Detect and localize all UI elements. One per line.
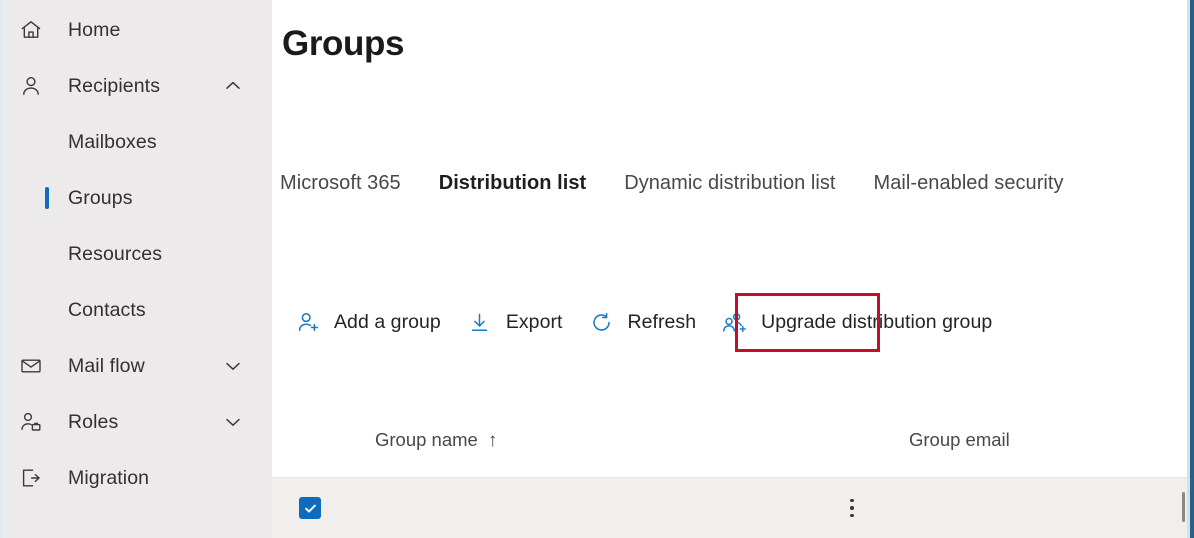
sidebar-item-home[interactable]: Home <box>0 2 272 58</box>
more-dot <box>850 506 854 510</box>
envelope-icon <box>14 354 48 378</box>
sidebar-item-label: Home <box>68 18 121 41</box>
column-header-label: Group email <box>909 429 1010 450</box>
sidebar-item-label: Contacts <box>68 298 146 321</box>
sidebar-item-label: Resources <box>68 242 163 265</box>
page-title: Groups <box>282 24 405 63</box>
refresh-circle-icon <box>588 310 614 335</box>
sidebar-item-label: Recipients <box>68 74 161 97</box>
app-window: Home Recipients Mailboxes Groups Resourc… <box>0 0 1194 538</box>
column-header-label: Group name <box>375 429 478 450</box>
upgrade-distribution-group-button[interactable]: Upgrade distribution group <box>709 300 1005 344</box>
export-button[interactable]: Export <box>454 300 576 344</box>
table-row[interactable] <box>272 478 1194 538</box>
sidebar-item-resources[interactable]: Resources <box>0 226 272 282</box>
command-label: Add a group <box>334 310 441 333</box>
sidebar-item-label: Groups <box>68 186 133 209</box>
command-bar: Add a group Export Refresh Upgrade distr… <box>282 300 1005 344</box>
home-icon <box>14 18 48 42</box>
more-dot <box>850 513 854 518</box>
tab-dynamic-distribution-list[interactable]: Dynamic distribution list <box>624 172 835 205</box>
more-dot <box>850 498 854 503</box>
chevron-down-icon[interactable] <box>222 411 244 433</box>
sidebar-item-label: Mail flow <box>68 354 145 377</box>
sidebar-item-groups[interactable]: Groups <box>0 170 272 226</box>
people-add-icon <box>722 310 748 335</box>
table-header: Group name ↑ Group email <box>272 415 1194 478</box>
sidebar-item-contacts[interactable]: Contacts <box>0 282 272 338</box>
column-header-group-name[interactable]: Group name ↑ <box>375 429 497 451</box>
sidebar-item-recipients[interactable]: Recipients <box>0 58 272 114</box>
tab-bar: Microsoft 365 Distribution list Dynamic … <box>280 172 1102 205</box>
column-header-group-email[interactable]: Group email <box>909 429 1010 451</box>
tab-distribution-list[interactable]: Distribution list <box>439 172 587 205</box>
migration-icon <box>14 466 48 490</box>
sidebar-item-label: Roles <box>68 410 119 433</box>
chevron-down-icon[interactable] <box>222 355 244 377</box>
person-icon <box>14 74 48 98</box>
sidebar-item-migration[interactable]: Migration <box>0 450 272 506</box>
command-label: Upgrade distribution group <box>761 310 993 333</box>
row-more-menu-button[interactable] <box>840 494 864 522</box>
vertical-scrollbar-thumb[interactable] <box>1182 492 1185 522</box>
sidebar-item-roles[interactable]: Roles <box>0 394 272 450</box>
person-add-icon <box>295 310 321 335</box>
sidebar-item-mail-flow[interactable]: Mail flow <box>0 338 272 394</box>
command-label: Export <box>505 310 563 333</box>
selected-indicator <box>45 187 49 209</box>
tab-microsoft-365[interactable]: Microsoft 365 <box>280 172 401 205</box>
checkmark-icon <box>304 504 316 513</box>
sort-ascending-icon: ↑ <box>487 429 498 451</box>
download-arrow-icon <box>467 310 493 335</box>
row-checkbox[interactable] <box>299 497 321 519</box>
command-label: Refresh <box>627 310 697 333</box>
sidebar-item-label: Mailboxes <box>68 130 157 153</box>
sidebar-item-mailboxes[interactable]: Mailboxes <box>0 114 272 170</box>
refresh-button[interactable]: Refresh <box>575 300 709 344</box>
tab-mail-enabled-security[interactable]: Mail-enabled security <box>874 172 1064 205</box>
person-briefcase-icon <box>14 410 48 434</box>
sidebar-navigation: Home Recipients Mailboxes Groups Resourc… <box>0 0 272 538</box>
main-content: Groups Microsoft 365 Distribution list D… <box>272 0 1194 538</box>
chevron-up-icon[interactable] <box>222 75 244 97</box>
sidebar-item-label: Migration <box>68 466 150 489</box>
add-a-group-button[interactable]: Add a group <box>282 300 454 344</box>
